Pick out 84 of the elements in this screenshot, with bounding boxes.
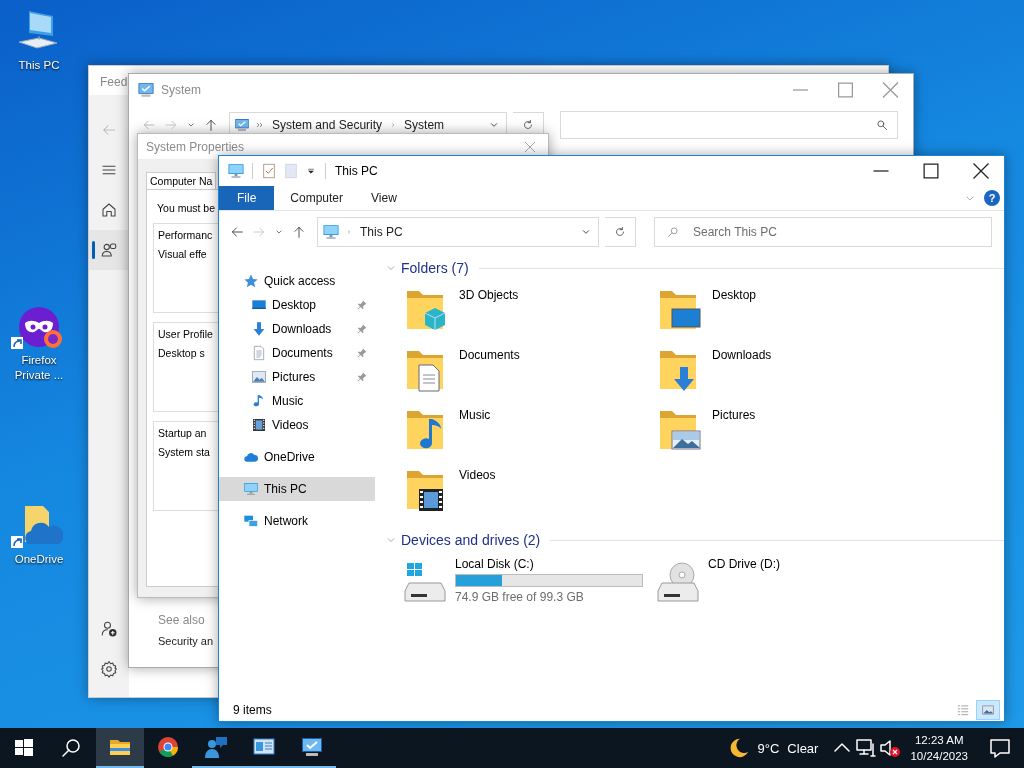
paragraph: System sta [158,446,210,458]
monitor-icon [234,117,250,133]
help-button[interactable]: ? [984,190,1000,206]
folder-tile[interactable]: Documents [401,341,654,401]
weather-widget[interactable]: 9°C Clear [719,728,831,768]
file-tab[interactable]: File [219,186,275,210]
folder-tile[interactable]: 3D Objects [401,281,654,341]
large-icons-view-icon [981,703,995,717]
drive-tile[interactable]: CD Drive (D:) [654,557,907,613]
link[interactable]: Security an [158,635,214,647]
address-bar[interactable]: This PC [317,217,599,247]
computer-icon [243,481,259,497]
paragraph: You must be [156,202,215,214]
add-user-icon [100,620,118,638]
section-header[interactable]: Folders (7) [385,255,1004,281]
breadcrumb-item[interactable]: This PC [358,225,405,239]
properties-icon[interactable] [260,162,278,180]
taskbar-app[interactable] [96,728,144,768]
window-title: System [161,82,201,97]
nav-item[interactable]: Network [219,509,375,533]
folder-tile[interactable]: Music [401,401,654,461]
refresh-button[interactable] [605,217,636,247]
computer-icon [227,162,245,180]
back-arrow-icon[interactable] [229,224,245,240]
nav-item[interactable]: Documents [219,341,375,365]
breadcrumb-item[interactable]: System and Security [270,118,385,132]
nav-item[interactable] [89,230,129,270]
home-icon [100,201,118,219]
search-field[interactable] [560,111,898,139]
browser-icon [156,735,180,759]
desktop-shortcut[interactable]: OneDrive [2,502,76,567]
section-header[interactable]: Devices and drives (2) [385,527,1004,553]
status-text: 9 items [233,703,272,717]
desktop-shortcut[interactable]: This PC [2,8,76,73]
up-arrow-icon[interactable] [203,117,219,133]
drive-tile[interactable]: Local Disk (C:) 74.9 GB free of 99.3 GB [401,557,654,613]
computer-icon [322,223,340,241]
nav-item[interactable]: OneDrive [219,445,375,469]
search-field[interactable]: Search This PC [654,217,992,247]
download-arrow-icon [251,321,267,337]
refresh-icon [521,118,535,132]
group-title: Performanc [158,229,213,241]
search-icon [666,225,680,239]
folder-tile[interactable]: Desktop [654,281,907,341]
window-title: Feed [100,75,128,91]
document-icon [251,345,267,361]
selection-bar [92,241,95,259]
up-arrow-icon[interactable] [291,224,307,240]
film-icon [251,417,267,433]
monitor-icon [137,80,155,99]
folder-tile[interactable]: Videos [401,461,654,521]
section-heading: See also [158,613,205,627]
view-button[interactable] [976,700,1000,720]
folder-tile[interactable]: Pictures [654,401,907,461]
nav-item[interactable]: Music [219,389,375,413]
details-view-icon [956,703,970,717]
nav-item[interactable]: Desktop [219,293,375,317]
folder-tile[interactable]: Downloads [654,341,907,401]
paragraph: Desktop s [158,347,205,359]
window-title: System Properties [146,139,245,154]
nav-item[interactable]: Downloads [219,317,375,341]
nav-item[interactable]: Videos [219,413,375,437]
people-icon [204,735,228,759]
group-title: Startup an [158,427,207,439]
settings-icon [100,660,118,678]
refresh-icon [613,225,627,239]
desktop-shortcut[interactable]: Firefox Private ... [2,303,76,383]
nav-item[interactable]: Quick access [219,269,375,293]
ribbon-tab[interactable]: View [357,186,411,210]
search-icon [875,118,889,132]
clock[interactable]: 12:23 AM 10/24/2023 [902,732,976,764]
breadcrumb-item[interactable]: System [402,118,447,132]
ribbon-tab[interactable]: Computer [276,186,358,210]
window-title: This PC [335,164,378,178]
nav-item[interactable]: This PC [219,477,375,501]
tab[interactable]: Computer Na [146,172,217,189]
accounts-icon [100,241,118,259]
network-icon [243,513,259,529]
paragraph: Visual effe [158,248,207,260]
monitor-icon [300,735,324,759]
nav-item[interactable]: Pictures [219,365,375,389]
group-title: User Profile [158,328,213,340]
picture-icon [251,369,267,385]
star-icon [243,273,259,289]
